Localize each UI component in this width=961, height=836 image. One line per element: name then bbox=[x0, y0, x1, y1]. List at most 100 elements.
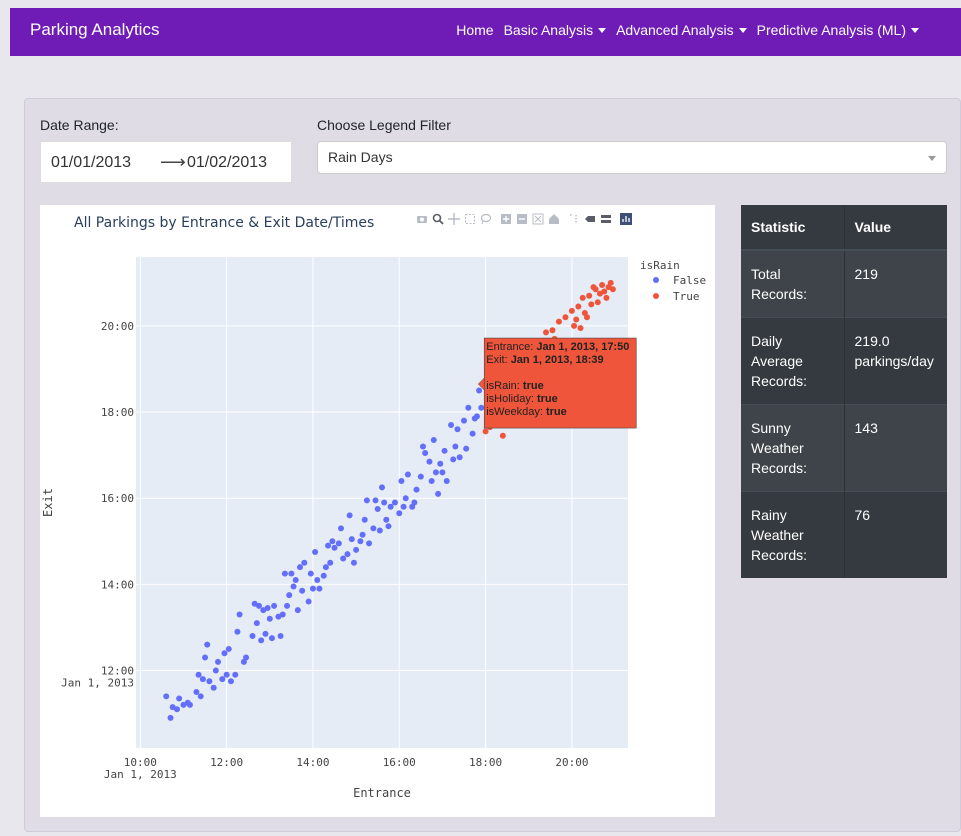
legend-item-false: False bbox=[673, 274, 706, 287]
nav-basic-analysis[interactable]: Basic Analysis bbox=[504, 22, 607, 38]
data-point-false bbox=[335, 540, 342, 547]
y-tick-sublabel: Jan 1, 2013 bbox=[61, 676, 134, 689]
data-point-false bbox=[294, 607, 301, 614]
arrow-right-icon: ⟶ bbox=[160, 152, 186, 172]
legend-filter-value: Rain Days bbox=[328, 149, 393, 165]
zoom-in-icon[interactable] bbox=[500, 213, 512, 225]
x-tick-label: 14:00 bbox=[296, 756, 329, 769]
data-point-false bbox=[290, 583, 297, 590]
start-date-input[interactable]: 01/01/2013 bbox=[51, 154, 131, 172]
data-point-false bbox=[372, 497, 379, 504]
data-point-false bbox=[374, 505, 381, 512]
column-header-statistic: Statistic bbox=[741, 205, 844, 251]
tooltip-line: isWeekday: true bbox=[486, 406, 566, 418]
data-point-false bbox=[353, 546, 360, 553]
caret-down-icon bbox=[598, 28, 607, 33]
data-point-false bbox=[450, 456, 457, 463]
date-range-picker[interactable]: 01/01/2013 ⟶ 01/02/2013 bbox=[40, 141, 292, 183]
pan-icon[interactable] bbox=[448, 213, 460, 225]
data-point-false bbox=[262, 630, 269, 637]
legend-filter-select[interactable]: Rain Days bbox=[317, 141, 947, 174]
data-point-true bbox=[607, 279, 614, 286]
box-select-icon[interactable] bbox=[464, 213, 476, 225]
data-point-false bbox=[225, 645, 232, 652]
data-point-false bbox=[346, 512, 353, 519]
data-point-false bbox=[396, 510, 403, 517]
zoom-out-icon[interactable] bbox=[516, 213, 528, 225]
autoscale-icon[interactable] bbox=[532, 213, 544, 225]
data-point-true bbox=[573, 316, 580, 323]
column-header-value: Value bbox=[843, 205, 947, 251]
home-icon[interactable] bbox=[548, 213, 560, 225]
brand-title[interactable]: Parking Analytics bbox=[30, 20, 159, 40]
data-point-false bbox=[249, 633, 256, 640]
y-axis-title: Exit bbox=[41, 488, 55, 517]
data-point-false bbox=[413, 486, 420, 493]
chart-svg: 10:00Jan 1, 201312:00 14:00 16:00 18:00 20:0… bbox=[41, 215, 706, 800]
zoom-icon[interactable] bbox=[432, 213, 444, 225]
data-point-false bbox=[348, 536, 355, 543]
lasso-select-icon[interactable] bbox=[480, 213, 492, 225]
data-point-false bbox=[305, 598, 312, 605]
x-axis-title: Entrance bbox=[353, 786, 411, 800]
data-point-true bbox=[603, 294, 610, 301]
data-point-true bbox=[601, 288, 608, 295]
data-point-false bbox=[404, 471, 411, 478]
legend-title: isRain bbox=[640, 259, 680, 272]
data-point-false bbox=[469, 430, 476, 437]
hover-closest-icon[interactable] bbox=[584, 213, 596, 225]
tooltip-line: Exit: Jan 1, 2013, 18:39 bbox=[486, 354, 603, 366]
end-date-input[interactable]: 01/02/2013 bbox=[187, 154, 267, 172]
data-point-false bbox=[461, 417, 467, 424]
data-point-false bbox=[277, 633, 284, 640]
chart-modebar bbox=[416, 213, 632, 229]
spike-lines-icon[interactable] bbox=[568, 213, 580, 225]
data-point-true bbox=[499, 432, 506, 439]
data-point-false bbox=[243, 654, 250, 661]
data-point-false bbox=[327, 559, 334, 566]
data-point-false bbox=[271, 602, 278, 609]
data-point-false bbox=[167, 714, 174, 721]
navbar: Parking Analytics Home Basic Analysis Ad… bbox=[10, 8, 961, 56]
data-point-false bbox=[307, 570, 314, 577]
data-point-false bbox=[398, 477, 405, 484]
stat-name: Sunny Weather Records: bbox=[741, 404, 844, 492]
tooltip-line: Entrance: Jan 1, 2013, 17:50 bbox=[486, 341, 629, 353]
data-point-false bbox=[227, 678, 234, 685]
hover-compare-icon[interactable] bbox=[600, 213, 612, 225]
table-row: Sunny Weather Records: 143 bbox=[741, 404, 947, 492]
data-point-false bbox=[435, 490, 442, 497]
data-point-false bbox=[174, 706, 180, 713]
data-point-false bbox=[376, 527, 383, 534]
data-point-true bbox=[609, 286, 616, 293]
data-point-false bbox=[266, 615, 273, 622]
nav-predictive-analysis[interactable]: Predictive Analysis (ML) bbox=[757, 22, 919, 38]
stat-value: 143 bbox=[843, 404, 947, 492]
data-point-false bbox=[316, 585, 323, 592]
data-point-false bbox=[256, 602, 262, 609]
data-point-false bbox=[338, 525, 344, 532]
data-point-true bbox=[592, 286, 599, 293]
nav-home[interactable]: Home bbox=[456, 22, 493, 38]
data-point-false bbox=[322, 564, 329, 571]
data-point-false bbox=[212, 667, 219, 674]
data-point-false bbox=[199, 676, 206, 683]
chevron-down-icon[interactable] bbox=[928, 156, 936, 161]
data-point-false bbox=[385, 523, 392, 530]
data-point-false bbox=[402, 495, 409, 502]
data-point-false bbox=[197, 693, 204, 700]
data-point-false bbox=[366, 540, 373, 547]
y-tick-label: 18:00 bbox=[101, 406, 134, 419]
data-point-false bbox=[301, 559, 308, 566]
nav-advanced-analysis[interactable]: Advanced Analysis bbox=[616, 22, 747, 38]
data-point-false bbox=[370, 525, 377, 532]
data-point-false bbox=[448, 421, 455, 428]
stat-name: Daily Average Records: bbox=[741, 317, 844, 405]
data-point-false bbox=[387, 503, 394, 510]
camera-icon[interactable] bbox=[416, 213, 428, 225]
plotly-logo-icon[interactable] bbox=[620, 213, 632, 225]
data-point-false bbox=[422, 449, 429, 456]
legend-item-true: True bbox=[673, 290, 700, 303]
data-point-false bbox=[432, 469, 439, 476]
data-point-false bbox=[363, 497, 370, 504]
